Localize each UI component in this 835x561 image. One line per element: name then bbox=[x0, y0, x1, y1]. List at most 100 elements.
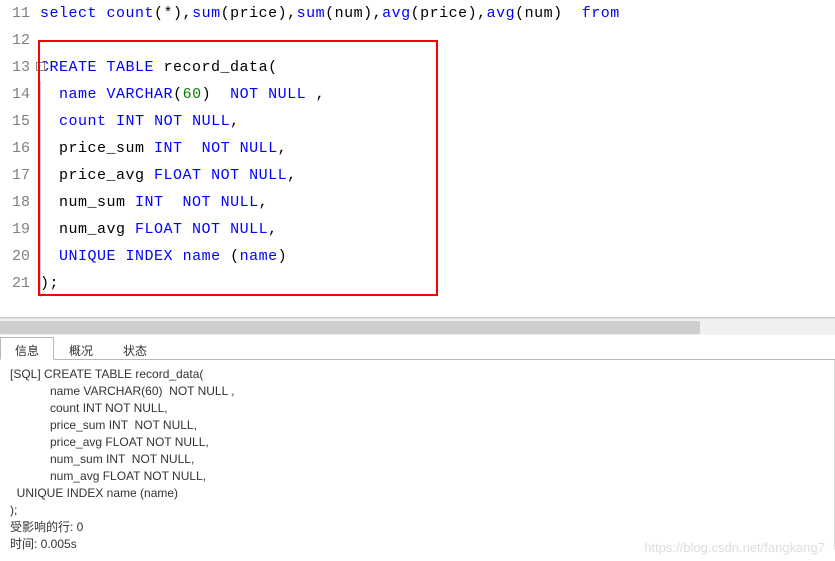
line-number: 14 bbox=[0, 81, 30, 108]
scrollbar-thumb[interactable] bbox=[0, 321, 700, 334]
keyword: FLOAT bbox=[154, 167, 202, 184]
code-text: (*), bbox=[154, 5, 192, 22]
code-line[interactable]: num_sum INT NOT NULL, bbox=[40, 189, 835, 216]
line-number: 21 bbox=[0, 270, 30, 297]
code-text bbox=[240, 167, 250, 184]
line-number: 15 bbox=[0, 108, 30, 135]
code-line[interactable]: price_avg FLOAT NOT NULL, bbox=[40, 162, 835, 189]
code-line[interactable]: select count(*),sum(price),sum(num),avg(… bbox=[40, 0, 835, 27]
fold-guide bbox=[40, 243, 41, 270]
keyword: NOT bbox=[211, 167, 240, 184]
keyword: NULL bbox=[221, 194, 259, 211]
code-line[interactable]: -CREATE TABLE record_data( bbox=[40, 54, 835, 81]
code-text: ( bbox=[173, 86, 183, 103]
keyword: NOT bbox=[183, 194, 212, 211]
code-text bbox=[107, 113, 117, 130]
keyword: NULL bbox=[249, 167, 287, 184]
code-text bbox=[116, 248, 126, 265]
code-text bbox=[97, 86, 107, 103]
code-text bbox=[97, 59, 107, 76]
number-literal: 60 bbox=[183, 86, 202, 103]
keyword: UNIQUE bbox=[59, 248, 116, 265]
code-text: num_avg bbox=[40, 221, 135, 238]
keyword: NOT bbox=[230, 86, 259, 103]
line-number: 17 bbox=[0, 162, 30, 189]
line-number: 16 bbox=[0, 135, 30, 162]
fold-toggle-icon[interactable]: - bbox=[36, 62, 45, 71]
code-line[interactable]: count INT NOT NULL, bbox=[40, 108, 835, 135]
fold-guide bbox=[40, 108, 41, 135]
code-text bbox=[183, 221, 193, 238]
line-number: 18 bbox=[0, 189, 30, 216]
keyword: name bbox=[59, 86, 97, 103]
code-text: price_sum bbox=[40, 140, 154, 157]
fold-guide bbox=[40, 270, 41, 297]
output-panel: [SQL] CREATE TABLE record_data( name VAR… bbox=[0, 360, 835, 550]
keyword: INT bbox=[154, 140, 183, 157]
keyword: name bbox=[240, 248, 278, 265]
code-line[interactable]: ); bbox=[40, 270, 835, 297]
code-text bbox=[183, 140, 202, 157]
code-text: , bbox=[287, 167, 297, 184]
keyword: CREATE bbox=[40, 59, 97, 76]
code-text: ) bbox=[278, 248, 288, 265]
output-tabs: 信息 概况 状态 bbox=[0, 335, 835, 360]
code-text: , bbox=[230, 113, 240, 130]
code-text bbox=[164, 194, 183, 211]
code-line[interactable]: price_sum INT NOT NULL, bbox=[40, 135, 835, 162]
keyword: name bbox=[183, 248, 221, 265]
code-text: record_data( bbox=[154, 59, 278, 76]
code-text bbox=[259, 86, 269, 103]
code-line[interactable] bbox=[40, 27, 835, 54]
code-area[interactable]: select count(*),sum(price),sum(num),avg(… bbox=[40, 0, 835, 297]
code-text bbox=[230, 140, 240, 157]
keyword: NULL bbox=[192, 113, 230, 130]
keyword: count bbox=[59, 113, 107, 130]
fold-guide bbox=[40, 81, 41, 108]
code-text bbox=[97, 5, 107, 22]
keyword: sum bbox=[192, 5, 221, 22]
code-text bbox=[145, 113, 155, 130]
line-number: 11 bbox=[0, 0, 30, 27]
keyword: NOT bbox=[192, 221, 221, 238]
code-line[interactable]: name VARCHAR(60) NOT NULL , bbox=[40, 81, 835, 108]
code-text bbox=[40, 113, 59, 130]
fold-guide bbox=[40, 189, 41, 216]
keyword: sum bbox=[297, 5, 326, 22]
keyword: select bbox=[40, 5, 97, 22]
fold-guide bbox=[40, 162, 41, 189]
code-line[interactable]: num_avg FLOAT NOT NULL, bbox=[40, 216, 835, 243]
code-text: , bbox=[306, 86, 325, 103]
code-text bbox=[40, 248, 59, 265]
code-text: (num), bbox=[325, 5, 382, 22]
code-text: num_sum bbox=[40, 194, 135, 211]
fold-guide bbox=[40, 135, 41, 162]
keyword: NULL bbox=[240, 140, 278, 157]
line-number: 13 bbox=[0, 54, 30, 81]
code-text: (num) bbox=[515, 5, 582, 22]
keyword: TABLE bbox=[107, 59, 155, 76]
code-text: (price), bbox=[221, 5, 297, 22]
keyword: count bbox=[107, 5, 155, 22]
code-text bbox=[211, 194, 221, 211]
keyword: NULL bbox=[268, 86, 306, 103]
code-text bbox=[221, 221, 231, 238]
keyword: from bbox=[582, 5, 620, 22]
keyword: INT bbox=[135, 194, 164, 211]
sql-editor[interactable]: 1112131415161718192021 select count(*),s… bbox=[0, 0, 835, 318]
code-text: , bbox=[278, 140, 288, 157]
tab-status[interactable]: 状态 bbox=[108, 337, 162, 359]
tab-overview[interactable]: 概况 bbox=[54, 337, 108, 359]
code-text: , bbox=[268, 221, 278, 238]
code-line[interactable]: UNIQUE INDEX name (name) bbox=[40, 243, 835, 270]
horizontal-scrollbar[interactable] bbox=[0, 318, 835, 335]
line-number: 20 bbox=[0, 243, 30, 270]
code-text: (price), bbox=[411, 5, 487, 22]
code-text bbox=[183, 113, 193, 130]
keyword: VARCHAR bbox=[107, 86, 174, 103]
tab-info[interactable]: 信息 bbox=[0, 337, 54, 360]
line-number: 19 bbox=[0, 216, 30, 243]
code-text bbox=[40, 86, 59, 103]
fold-guide bbox=[40, 216, 41, 243]
code-text: ( bbox=[221, 248, 240, 265]
